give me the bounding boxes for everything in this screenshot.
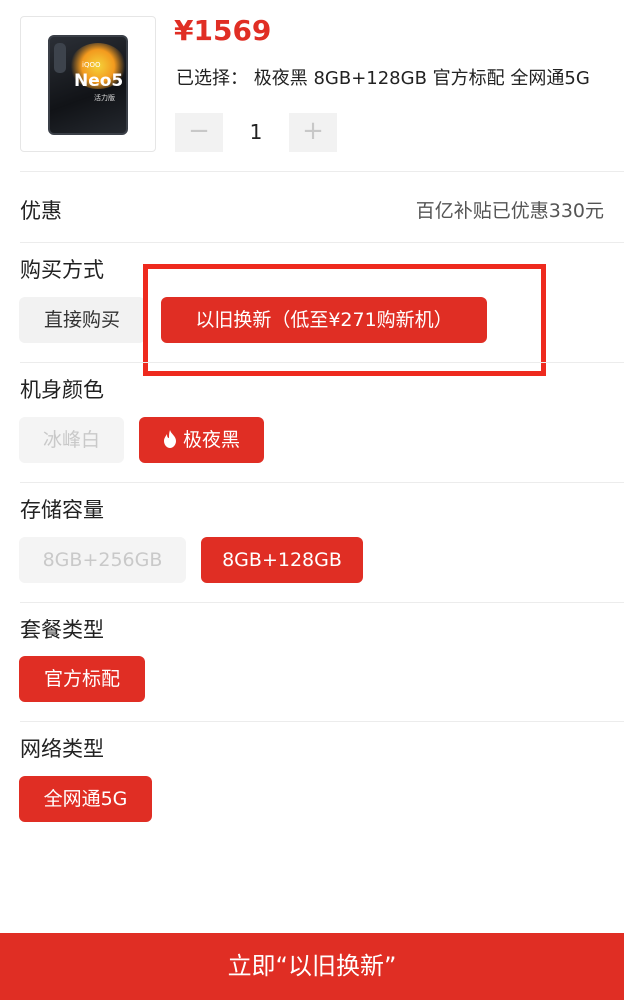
product-header: iQOO Neo5 活力版 ¥1569 已选择： 极夜黑 8GB+128GB 官… <box>0 0 624 172</box>
trade-in-now-button[interactable]: 立即“以旧换新” <box>0 933 624 1000</box>
phone-product-image: iQOO Neo5 活力版 <box>48 35 128 135</box>
option-storage-128[interactable]: 8GB+128GB <box>201 537 363 583</box>
option-direct-buy[interactable]: 直接购买 <box>19 297 145 343</box>
purchase-method-label: 购买方式 <box>20 258 104 282</box>
divider <box>20 482 624 483</box>
quantity-increase-button[interactable]: + <box>289 113 337 152</box>
option-network-5g[interactable]: 全网通5G <box>19 776 152 822</box>
phone-brand-text: iQOO <box>82 61 101 69</box>
option-color-black[interactable]: 极夜黑 <box>139 417 264 463</box>
product-thumbnail[interactable]: iQOO Neo5 活力版 <box>20 16 156 152</box>
product-price: ¥1569 <box>174 14 272 47</box>
network-type-label: 网络类型 <box>20 737 104 761</box>
package-type-label: 套餐类型 <box>20 618 104 642</box>
body-color-label: 机身颜色 <box>20 378 104 402</box>
quantity-value: 1 <box>249 120 263 144</box>
divider <box>20 721 624 722</box>
promo-label: 优惠 <box>20 199 62 223</box>
promo-value: 百亿补贴已优惠330元 <box>415 200 604 222</box>
selected-spec-summary: 已选择： 极夜黑 8GB+128GB 官方标配 全网通5G <box>176 68 590 89</box>
phone-sub-text: 活力版 <box>94 94 115 102</box>
divider <box>20 602 624 603</box>
quantity-decrease-button[interactable]: − <box>175 113 223 152</box>
divider <box>20 362 624 363</box>
trade-in-highlight-box <box>143 264 546 376</box>
option-package-official[interactable]: 官方标配 <box>19 656 145 702</box>
divider <box>20 171 624 172</box>
camera-module-icon <box>54 43 66 73</box>
option-color-white[interactable]: 冰峰白 <box>19 417 124 463</box>
option-color-black-label: 极夜黑 <box>182 429 240 451</box>
flame-icon <box>163 429 176 448</box>
storage-label: 存储容量 <box>20 498 104 522</box>
phone-model-text: Neo5 <box>74 71 124 91</box>
divider <box>20 242 624 243</box>
option-storage-256[interactable]: 8GB+256GB <box>19 537 186 583</box>
